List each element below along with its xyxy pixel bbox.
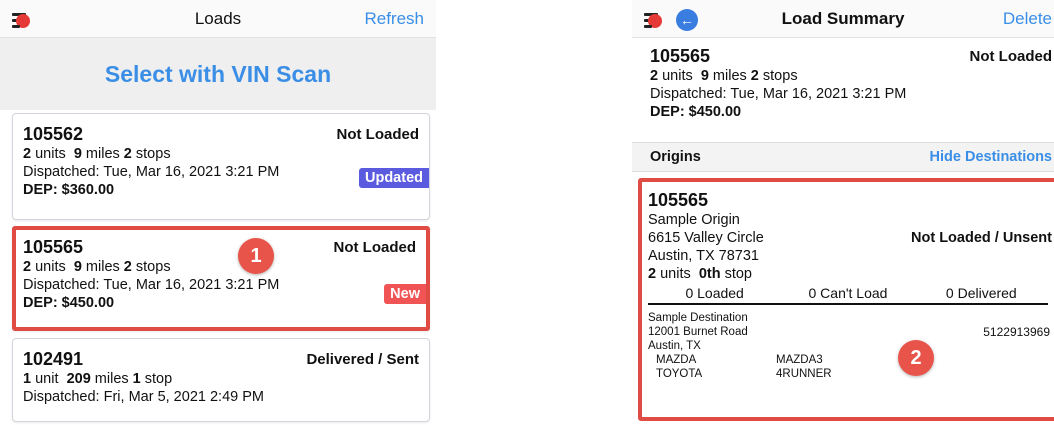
destination-street: 12001 Burnet Road 5122913969	[648, 325, 1050, 339]
load-summary-screen: ← Load Summary Delete 105565 Not Loaded …	[632, 0, 1054, 425]
load-stats: 1 unit 209 miles 1 stop	[23, 371, 173, 387]
vin-scan-button[interactable]: Select with VIN Scan	[0, 38, 436, 110]
step-marker-2: 2	[898, 340, 934, 376]
load-stats: 2 units 9 miles 2 stops	[23, 146, 171, 162]
dep-amount: DEP: $450.00	[23, 295, 115, 311]
loaded-count: 0 Loaded	[685, 285, 744, 301]
loads-navbar: Loads Refresh	[0, 0, 436, 38]
hide-destinations-button[interactable]: Hide Destinations	[930, 149, 1052, 165]
origin-street: 6615 Valley Circle Not Loaded / Unsent	[648, 230, 1052, 246]
loads-screen: Loads Refresh Select with VIN Scan 10556…	[0, 0, 436, 425]
origins-label: Origins	[650, 149, 701, 165]
destination-name: Sample Destination	[648, 312, 748, 324]
updated-badge: Updated	[359, 168, 429, 188]
step-marker-1: 1	[238, 238, 274, 274]
load-summary-header: 105565 Not Loaded 2 units 9 miles 2 stop…	[632, 38, 1054, 142]
load-status: Delivered / Sent	[306, 351, 419, 368]
destination-block[interactable]: Sample Destination 12001 Burnet Road 512…	[648, 311, 1050, 381]
load-status: Not Loaded	[969, 48, 1053, 65]
summary-navbar: ← Load Summary Delete	[632, 0, 1054, 38]
cant-load-count: 0 Can't Load	[808, 285, 888, 301]
vehicle-row: TOYOTA 4RUNNER	[656, 368, 832, 380]
origin-stats: 2 units 0th stop	[648, 266, 753, 282]
page-title: Load Summary	[781, 8, 905, 28]
origin-name: Sample Origin	[648, 212, 740, 228]
vehicle-row: MAZDA MAZDA3	[656, 354, 823, 366]
load-stats: 2 units 9 miles 2 stops	[23, 259, 171, 275]
destination-city: Austin, TX	[648, 340, 701, 352]
refresh-button[interactable]: Refresh	[364, 9, 424, 29]
load-card-102491[interactable]: 102491 Delivered / Sent 1 unit 209 miles…	[12, 338, 430, 422]
dep-amount: DEP: $450.00	[650, 104, 742, 120]
dispatched-date: Dispatched: Fri, Mar 5, 2021 2:49 PM	[23, 389, 264, 405]
destination-phone[interactable]: 5122913969	[983, 325, 1050, 339]
origins-section-header: Origins Hide Destinations	[632, 142, 1054, 172]
load-stats: 2 units 9 miles 2 stops	[650, 68, 798, 84]
load-status: Not Loaded	[333, 239, 417, 256]
origin-status: Not Loaded / Unsent	[911, 230, 1052, 246]
delivered-count: 0 Delivered	[945, 285, 1017, 301]
load-card-105565[interactable]: 105565 Not Loaded 2 units 9 miles 2 stop…	[12, 226, 430, 331]
load-status: Not Loaded	[336, 126, 420, 143]
origin-card[interactable]: 105565 Sample Origin 6615 Valley Circle …	[638, 178, 1054, 421]
dispatched-date: Dispatched: Tue, Mar 16, 2021 3:21 PM	[650, 86, 907, 102]
load-card-105562[interactable]: 105562 Not Loaded 2 units 9 miles 2 stop…	[12, 113, 430, 220]
new-badge: New	[384, 284, 426, 304]
origin-city: Austin, TX 78731	[648, 248, 759, 264]
origin-id: 105565	[648, 190, 709, 210]
dispatched-date: Dispatched: Tue, Mar 16, 2021 3:21 PM	[23, 277, 280, 293]
origin-counts: 0 Loaded 0 Can't Load 0 Delivered	[648, 285, 1048, 305]
delete-button[interactable]: Delete	[1003, 9, 1052, 29]
